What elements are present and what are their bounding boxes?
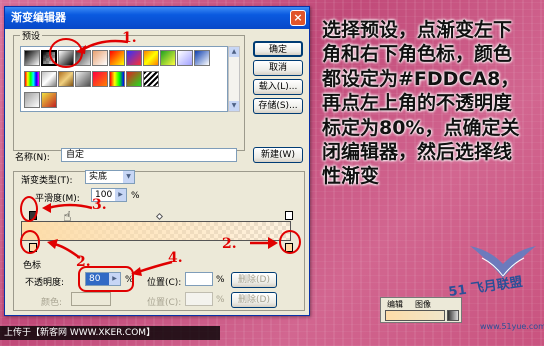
- annotation-arrow-icon: [131, 260, 173, 276]
- scroll-up-icon[interactable]: ▲: [229, 47, 239, 57]
- location2-unit: %: [216, 295, 225, 305]
- watermark-url: www.51yue.com: [480, 322, 544, 331]
- color-swatch[interactable]: [71, 292, 111, 306]
- presets-label: 预设: [20, 29, 43, 42]
- preset-swatch[interactable]: [24, 50, 40, 66]
- annotation-circle-right-stop: [279, 230, 301, 254]
- chevron-right-icon: ▶: [115, 189, 126, 201]
- caption-bar: 上传于【新客网 WWW.XKER.COM】: [0, 326, 220, 340]
- name-field[interactable]: 自定: [61, 148, 237, 162]
- preset-swatch[interactable]: [41, 71, 57, 87]
- name-label: 名称(N):: [15, 153, 50, 163]
- preset-swatch[interactable]: [177, 50, 193, 66]
- annotation-circle-left-stop: [20, 230, 40, 254]
- preset-swatch[interactable]: [160, 50, 176, 66]
- delete-button[interactable]: 删除(D): [231, 272, 277, 288]
- load-button[interactable]: 载入(L)...: [253, 79, 303, 95]
- annotation-label: 3.: [92, 197, 107, 213]
- dialog-titlebar[interactable]: 渐变编辑器: [5, 7, 309, 29]
- color-label: 颜色:: [41, 298, 63, 308]
- opacity-stop-right[interactable]: [285, 211, 293, 220]
- menu-edit[interactable]: 编辑: [387, 299, 403, 310]
- preset-swatch[interactable]: [24, 92, 40, 108]
- annotation-arrow-icon: [42, 203, 93, 213]
- preset-swatch[interactable]: [75, 71, 91, 87]
- opacity-label: 不透明度:: [25, 278, 65, 288]
- annotation-arrow-icon: [250, 237, 278, 249]
- dialog-title: 渐变编辑器: [11, 11, 66, 24]
- presets-scrollbar[interactable]: ▲ ▼: [228, 46, 240, 112]
- preset-swatch[interactable]: [92, 71, 108, 87]
- preset-swatch[interactable]: [143, 50, 159, 66]
- gradient-picker[interactable]: [385, 310, 445, 321]
- annotation-circle-opacity-stop: [20, 196, 38, 222]
- cancel-button[interactable]: 取消: [253, 60, 303, 76]
- gradient-type-label: 渐变类型(T):: [21, 176, 73, 186]
- location-unit: %: [216, 275, 225, 285]
- location-field[interactable]: [185, 272, 213, 286]
- ok-button[interactable]: 确定: [253, 41, 303, 57]
- color-stops-label: 色标: [23, 261, 42, 271]
- annotation-label: 2.: [222, 236, 237, 252]
- delete2-button[interactable]: 删除(D): [231, 292, 277, 308]
- scroll-down-icon[interactable]: ▼: [229, 101, 239, 111]
- new-button[interactable]: 新建(W): [253, 147, 303, 163]
- location2-field[interactable]: [185, 292, 213, 306]
- gradient-type-select[interactable]: 实底 ▼: [85, 170, 135, 184]
- preset-swatch[interactable]: [41, 92, 57, 108]
- preset-swatch[interactable]: [143, 71, 159, 87]
- save-button[interactable]: 存储(S)...: [253, 98, 303, 114]
- close-button[interactable]: ×: [290, 10, 306, 26]
- preset-swatch[interactable]: [24, 71, 40, 87]
- annotation-box-opacity: [78, 266, 134, 292]
- instruction-text: 选择预设，点渐变左下角和右下角色标，颜色都设定为#FDDCA8，再点左上角的不透…: [322, 19, 520, 188]
- preset-swatch[interactable]: [194, 50, 210, 66]
- linear-gradient-icon[interactable]: [447, 310, 459, 321]
- annotation-arrow-icon: [76, 39, 129, 54]
- menu-image[interactable]: 图像: [415, 299, 431, 310]
- mini-toolbar: 编辑 图像: [380, 297, 462, 323]
- smoothness-unit: %: [131, 191, 140, 201]
- location2-label: 位置(C):: [147, 298, 182, 308]
- preset-swatch[interactable]: [126, 71, 142, 87]
- chevron-down-icon: ▼: [123, 171, 134, 183]
- preset-swatch[interactable]: [109, 71, 125, 87]
- preset-swatch[interactable]: [58, 71, 74, 87]
- gradient-type-value: 实底: [89, 172, 108, 182]
